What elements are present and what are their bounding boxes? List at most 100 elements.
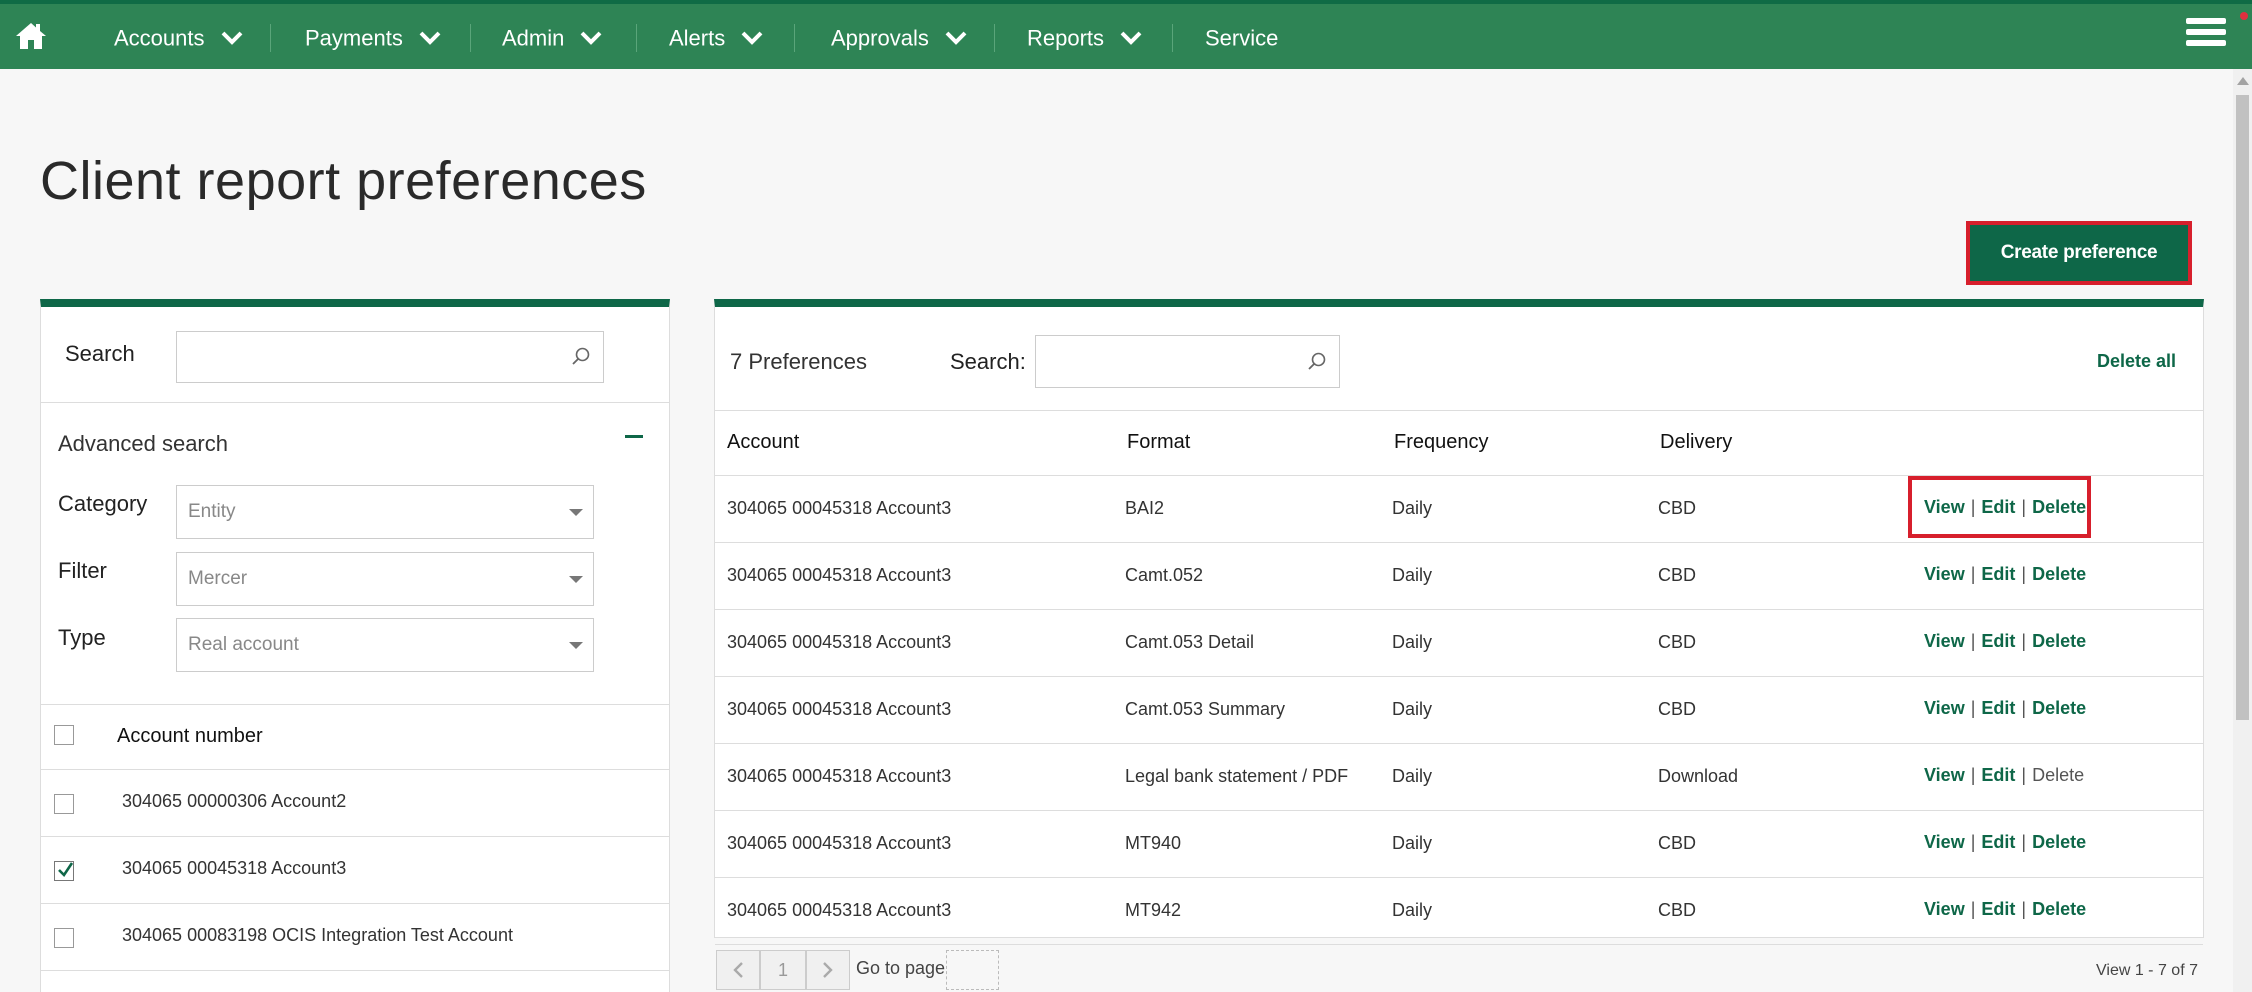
view-link[interactable]: View [1924, 698, 1965, 718]
column-header-format[interactable]: Format [1127, 431, 1190, 454]
nav-item-service[interactable]: Service [1205, 4, 1278, 69]
account-filter-panel: Search Advanced search Category Entity F… [40, 299, 670, 992]
hamburger-menu-icon[interactable] [2186, 18, 2226, 54]
chevron-down-icon [580, 30, 602, 46]
account-list-item[interactable]: 304065 00081623 LIGNB Entity Test [41, 971, 669, 992]
action-separator: | [1970, 698, 1976, 718]
view-link[interactable]: View [1924, 832, 1965, 852]
dropdown-caret-icon [569, 509, 583, 516]
filter-select-value: Mercer [188, 568, 248, 589]
advanced-search-title[interactable]: Advanced search [58, 431, 228, 457]
view-link[interactable]: View [1924, 564, 1965, 584]
cell-format: Camt.053 Summary [1125, 699, 1286, 719]
edit-link[interactable]: Edit [1981, 564, 2015, 584]
row-actions: View | Edit | Delete [1924, 698, 2086, 719]
row-actions: View | Edit | Delete [1924, 564, 2086, 585]
filter-select[interactable]: Mercer [176, 552, 594, 606]
go-to-page-input[interactable] [946, 950, 999, 990]
action-separator: | [2021, 832, 2027, 852]
account-list-header: Account number [41, 704, 669, 770]
preferences-search-label: Search: [950, 349, 1026, 374]
account-checkbox[interactable] [54, 861, 74, 881]
nav-item-payments[interactable]: Payments [305, 4, 441, 69]
chevron-down-icon [221, 30, 243, 46]
scroll-up-arrow-icon[interactable] [2237, 77, 2249, 85]
cell-format: Camt.053 Detail [1125, 632, 1255, 652]
preferences-search-input[interactable] [1035, 335, 1340, 388]
home-icon[interactable] [14, 21, 48, 51]
view-link[interactable]: View [1924, 899, 1965, 919]
cell-delivery: CBD [1658, 699, 1697, 719]
cell-account: 304065 00045318 Account3 [727, 632, 952, 652]
page-scrollbar[interactable] [2233, 69, 2252, 992]
account-list-item[interactable]: 304065 00045318 Account3 [41, 837, 669, 904]
search-icon[interactable] [571, 346, 591, 366]
column-header-account[interactable]: Account [727, 431, 799, 454]
edit-link[interactable]: Edit [1981, 765, 2015, 785]
nav-separator [794, 24, 795, 52]
view-link[interactable]: View [1924, 631, 1965, 651]
view-link[interactable]: View [1924, 765, 1965, 785]
action-separator: | [2021, 631, 2027, 651]
chevron-down-icon [1120, 30, 1142, 46]
select-all-checkbox[interactable] [54, 725, 74, 745]
edit-link[interactable]: Edit [1981, 698, 2015, 718]
nav-item-admin[interactable]: Admin [502, 4, 602, 69]
scrollbar-thumb[interactable] [2236, 95, 2249, 720]
nav-item-alerts[interactable]: Alerts [669, 4, 763, 69]
row-actions: View | Edit | Delete [1924, 832, 2086, 853]
edit-link[interactable]: Edit [1981, 832, 2015, 852]
type-select-value: Real account [188, 634, 299, 655]
delete-all-link[interactable]: Delete all [2097, 351, 2176, 372]
category-select[interactable]: Entity [176, 485, 594, 539]
cell-delivery: CBD [1658, 900, 1697, 920]
delete-link[interactable]: Delete [2032, 832, 2086, 852]
table-row: 304065 00045318 Account3 Camt.053 Detail D… [715, 610, 2203, 677]
delete-link[interactable]: Delete [2032, 564, 2086, 584]
cell-account: 304065 00045318 Account3 [727, 766, 952, 786]
account-checkbox[interactable] [54, 928, 74, 948]
nav-item-label: Payments [305, 25, 403, 51]
create-preference-button[interactable]: Create preference [1966, 221, 2192, 285]
current-page-number[interactable]: 1 [760, 950, 806, 990]
cell-account: 304065 00045318 Account3 [727, 900, 952, 920]
cell-frequency: Daily [1392, 766, 1433, 786]
chevron-left-icon [733, 962, 743, 978]
action-separator: | [1970, 832, 1976, 852]
nav-separator [470, 24, 471, 52]
account-list-item[interactable]: 304065 00000306 Account2 [41, 770, 669, 837]
account-label: 304065 00045318 Account3 [122, 858, 347, 878]
nav-separator [1172, 24, 1173, 52]
delete-link[interactable]: Delete [2032, 698, 2086, 718]
nav-item-reports[interactable]: Reports [1027, 4, 1142, 69]
column-header-delivery[interactable]: Delivery [1660, 431, 1732, 454]
delete-link[interactable]: Delete [2032, 631, 2086, 651]
account-list-item[interactable]: 304065 00083198 OCIS Integration Test Ac… [41, 904, 669, 971]
cell-format: MT942 [1125, 900, 1182, 920]
action-separator: | [2021, 765, 2027, 785]
account-checkbox[interactable] [54, 794, 74, 814]
nav-item-accounts[interactable]: Accounts [114, 4, 243, 69]
edit-link[interactable]: Edit [1981, 631, 2015, 651]
delete-link[interactable]: Delete [2032, 899, 2086, 919]
row-actions: View | Edit | Delete [1924, 631, 2086, 652]
account-number-header: Account number [117, 725, 263, 747]
action-separator: | [1970, 564, 1976, 584]
nav-item-label: Accounts [114, 25, 205, 51]
edit-link[interactable]: Edit [1981, 899, 2015, 919]
collapse-minus-icon[interactable] [625, 435, 643, 438]
nav-item-approvals[interactable]: Approvals [831, 4, 967, 69]
previous-page-button[interactable] [716, 950, 760, 990]
preferences-panel: 7 Preferences Search: Delete all Account… [714, 299, 2204, 945]
column-header-frequency[interactable]: Frequency [1394, 431, 1489, 454]
action-separator: | [2021, 698, 2027, 718]
account-search-input[interactable] [176, 331, 604, 383]
search-icon[interactable] [1307, 351, 1327, 371]
row-actions: View | Edit | Delete [1924, 765, 2084, 786]
nav-separator [994, 24, 995, 52]
type-select[interactable]: Real account [176, 618, 594, 672]
table-row: 304065 00045318 Account3 Camt.052 Daily CBD… [715, 543, 2203, 610]
next-page-button[interactable] [806, 950, 850, 990]
table-row: 304065 00045318 Account3 MT942 Daily CBD Vie… [715, 878, 2203, 945]
category-select-value: Entity [188, 501, 236, 522]
